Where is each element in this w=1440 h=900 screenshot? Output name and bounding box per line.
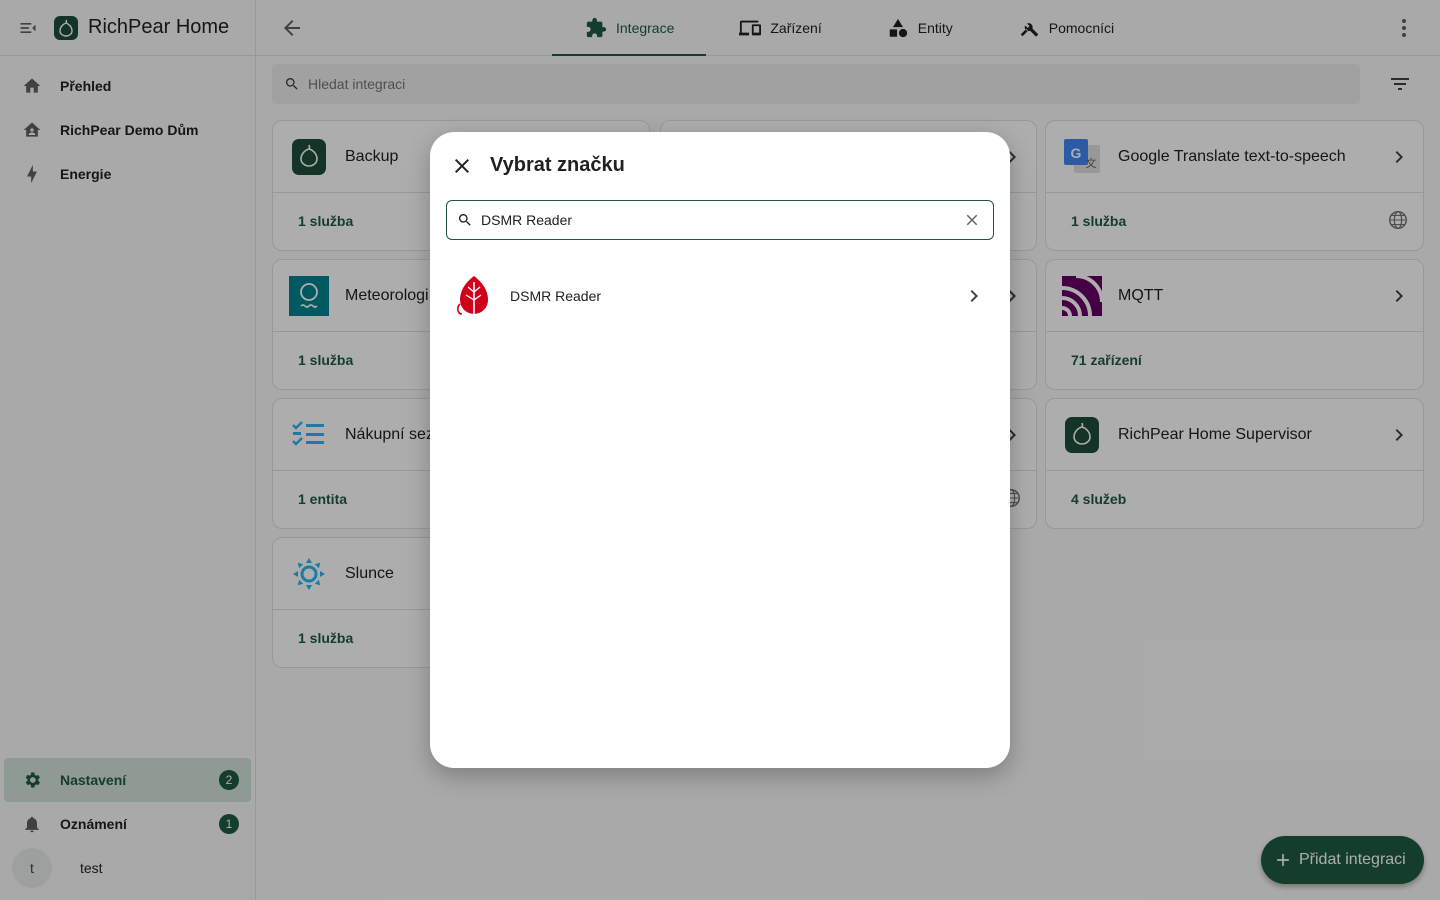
clear-icon[interactable] <box>963 211 981 229</box>
select-brand-dialog: Vybrat značku DSMR Reader <box>430 132 1010 768</box>
dialog-search-field <box>446 200 994 240</box>
search-icon <box>457 212 473 228</box>
dialog-title: Vybrat značku <box>490 154 625 176</box>
dsmr-reader-logo <box>454 276 494 316</box>
brand-result-item[interactable]: DSMR Reader <box>430 268 1010 324</box>
brand-search-input[interactable] <box>481 212 941 228</box>
brand-result-name: DSMR Reader <box>510 288 602 304</box>
chevron-right-icon <box>962 284 986 308</box>
close-icon[interactable] <box>450 154 474 178</box>
